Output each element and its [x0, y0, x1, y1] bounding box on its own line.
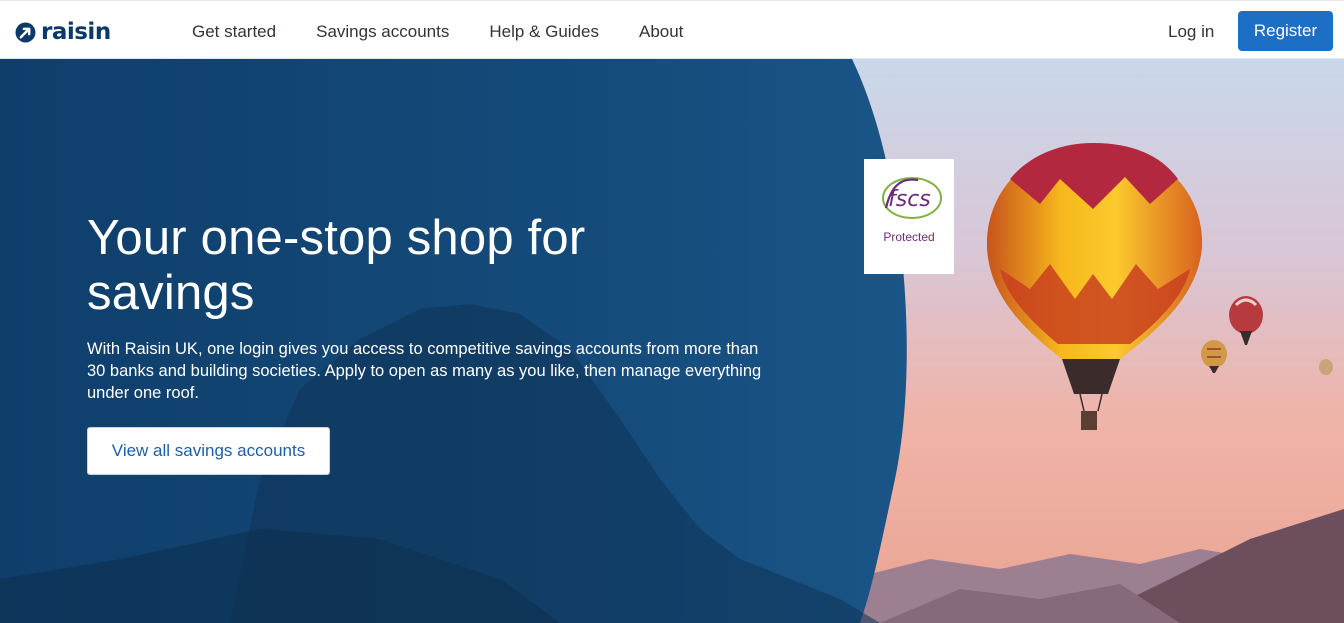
nav-get-started[interactable]: Get started: [192, 21, 276, 43]
login-link[interactable]: Log in: [1168, 21, 1214, 43]
nav-savings-accounts[interactable]: Savings accounts: [316, 21, 449, 43]
hero-headline: Your one-stop shop for savings: [87, 211, 586, 320]
raisin-logo-icon: [15, 22, 36, 42]
nav-help-guides[interactable]: Help & Guides: [489, 21, 599, 43]
logo-text: raisin: [41, 18, 111, 45]
raisin-logo[interactable]: raisin: [15, 18, 111, 46]
view-all-savings-accounts-button[interactable]: View all savings accounts: [87, 427, 330, 475]
svg-text:fscs: fscs: [888, 187, 931, 212]
fscs-protected-label: Protected: [883, 230, 935, 244]
main-nav: Get started Savings accounts Help & Guid…: [192, 21, 723, 43]
nav-about[interactable]: About: [639, 21, 683, 43]
fscs-protected-badge: fscs Protected: [864, 159, 954, 274]
fscs-logo-icon: fscs: [882, 177, 942, 219]
register-button[interactable]: Register: [1238, 11, 1333, 51]
hero-description: With Raisin UK, one login gives you acce…: [87, 340, 762, 402]
site-header: raisin Get started Savings accounts Help…: [0, 0, 1344, 59]
hero-section: Your one-stop shop for savings With Rais…: [0, 59, 1344, 623]
